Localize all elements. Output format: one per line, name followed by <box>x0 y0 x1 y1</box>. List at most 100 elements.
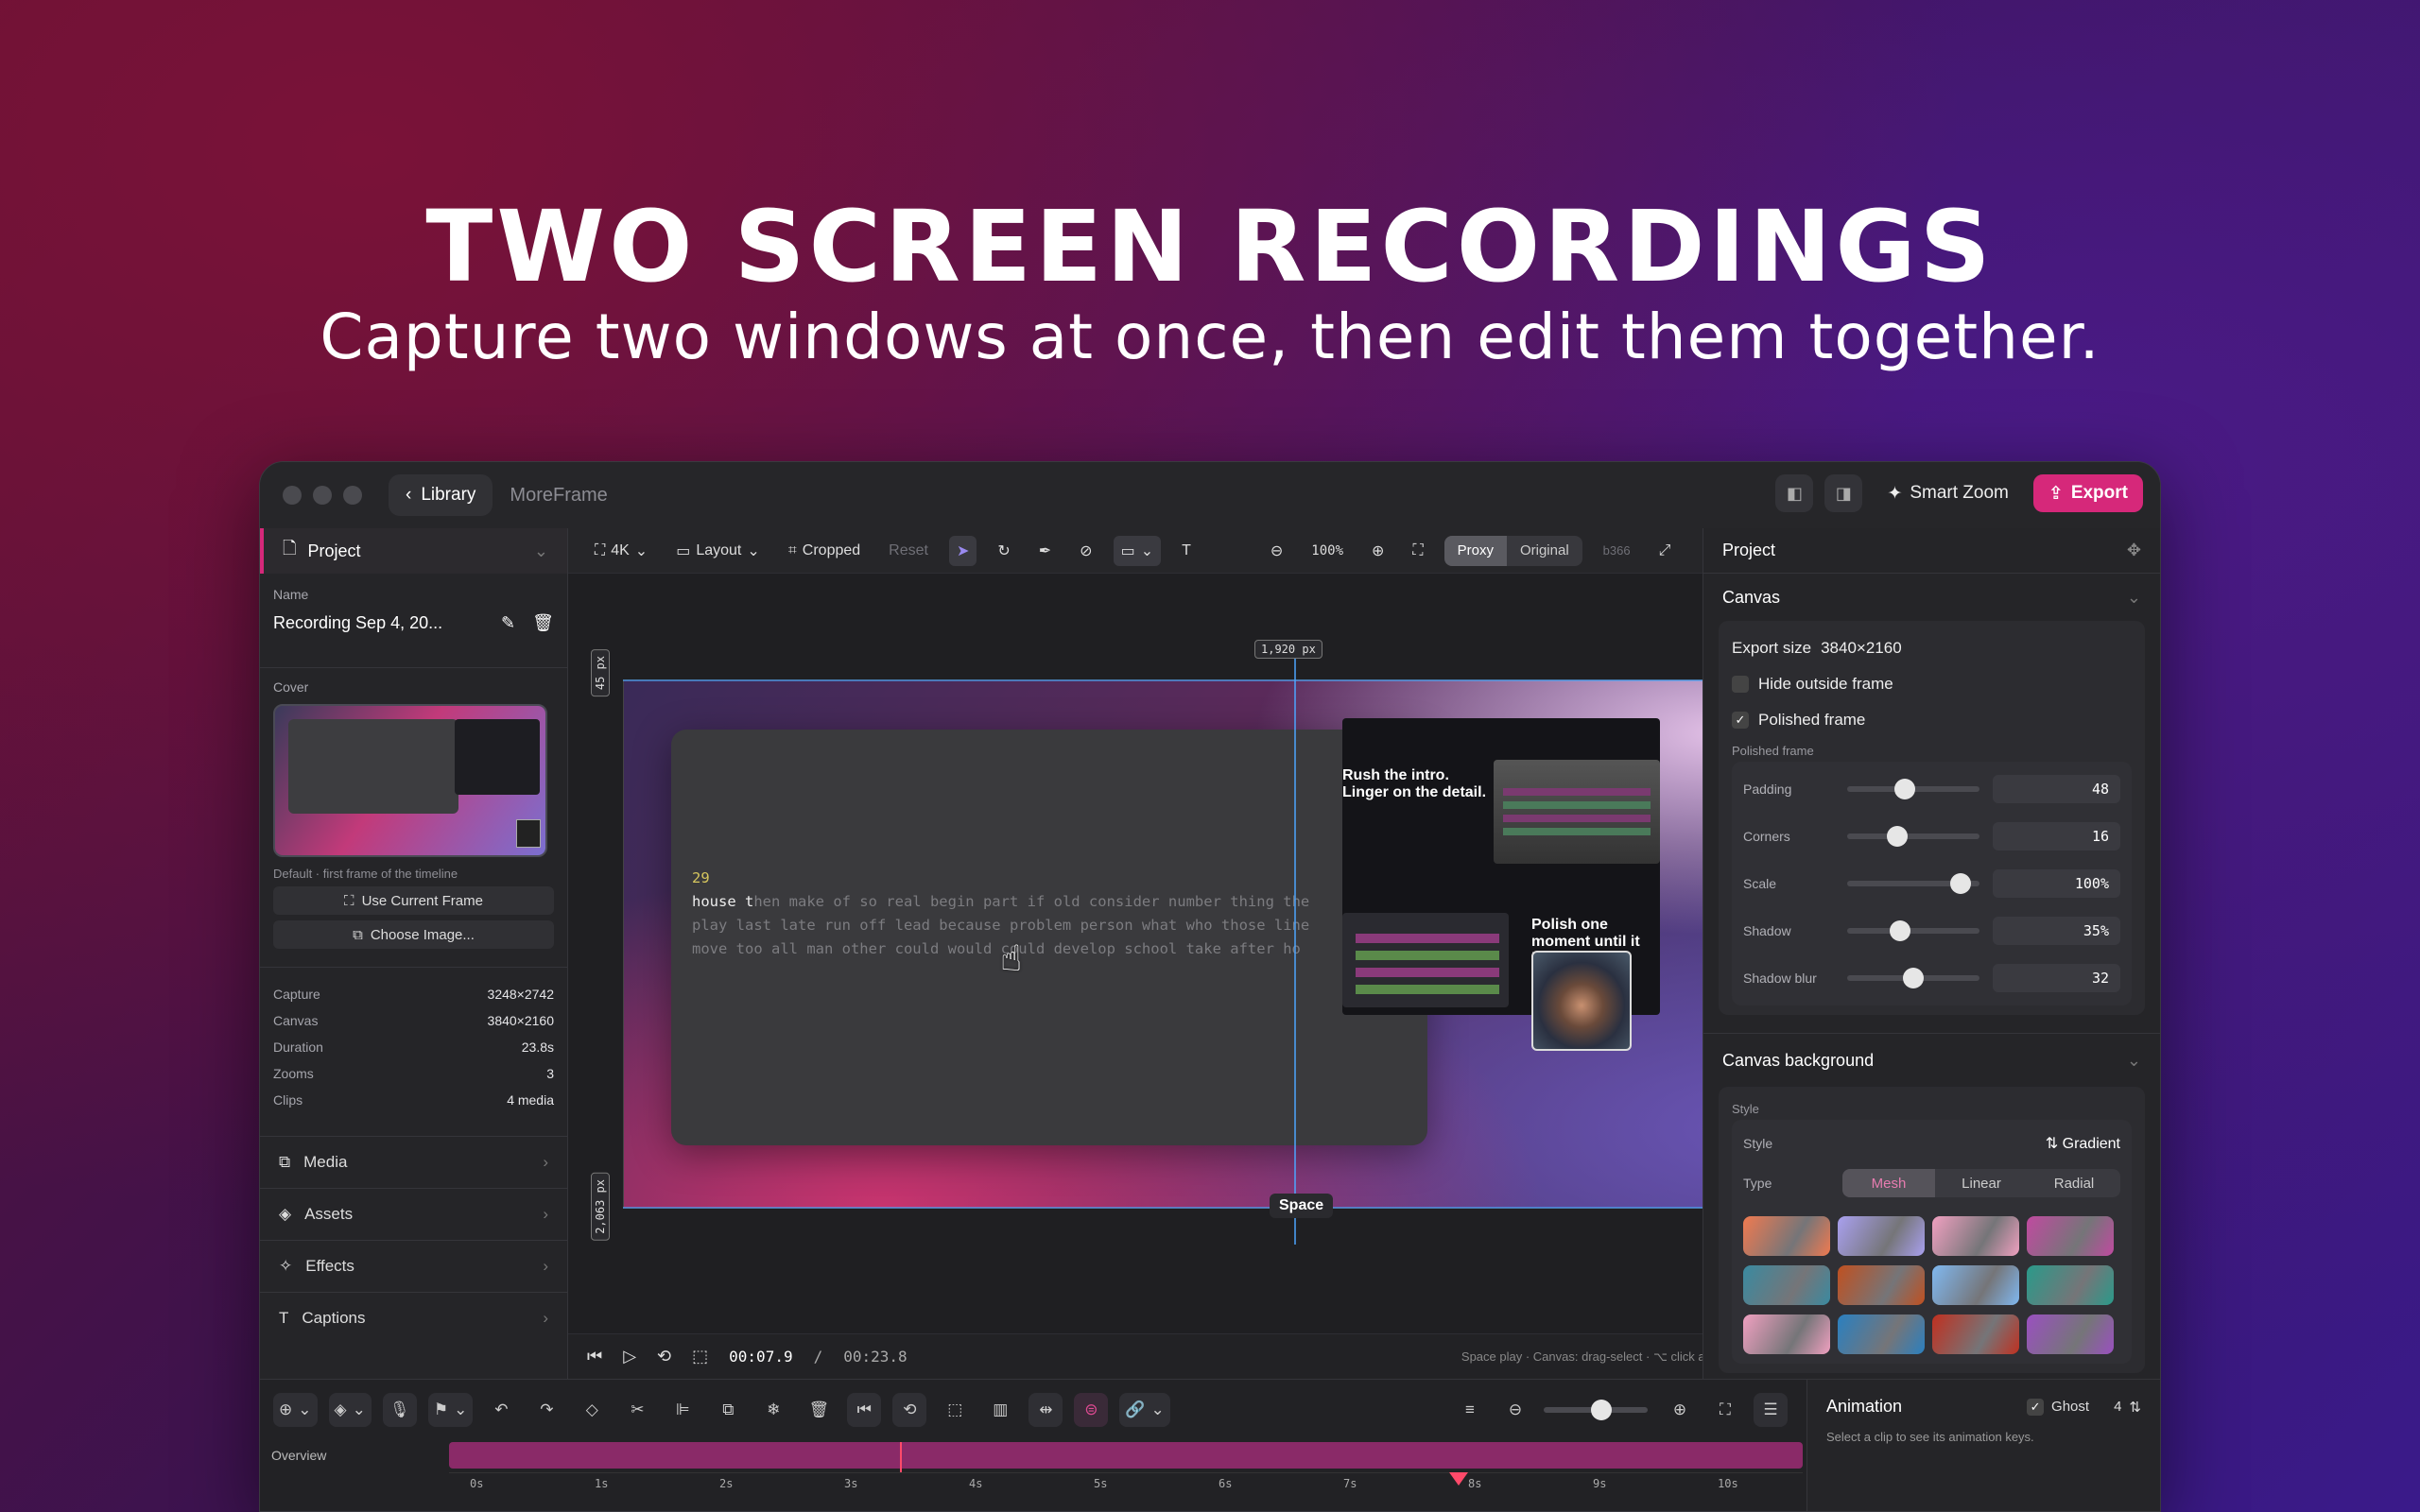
overview-bar[interactable] <box>449 1442 1803 1472</box>
tab-linear[interactable]: Linear <box>1935 1169 2028 1197</box>
gradient-swatch[interactable] <box>1838 1265 1925 1305</box>
slider-knob[interactable] <box>1591 1400 1612 1420</box>
ghost-checkbox[interactable]: ✓ <box>2027 1398 2045 1416</box>
loop-button[interactable]: ⟲ <box>892 1393 927 1427</box>
shadow-value[interactable]: 35% <box>1993 917 2120 945</box>
fit-button[interactable]: ⛶ <box>1405 536 1430 566</box>
timeline-fit-button[interactable]: ⛶ <box>1708 1393 1742 1427</box>
padding-value[interactable]: 48 <box>1993 775 2120 803</box>
slider-knob[interactable] <box>1887 826 1909 847</box>
list-view-button[interactable]: ☰ <box>1754 1393 1788 1427</box>
redo-button[interactable]: ↷ <box>529 1393 563 1427</box>
layers-dropdown[interactable]: ◈ ⌄ <box>328 1393 372 1427</box>
slider-knob[interactable] <box>1949 873 1971 894</box>
slider-knob[interactable] <box>1889 920 1910 941</box>
gradient-swatch[interactable] <box>1932 1265 2019 1305</box>
gradient-swatch[interactable] <box>1838 1314 1925 1354</box>
code-editor-recording[interactable]: 29 house then make of so real begin part… <box>671 730 1427 1145</box>
hide-outside-checkbox[interactable] <box>1732 676 1749 693</box>
loop-icon[interactable]: ⟲ <box>657 1347 671 1366</box>
split-button[interactable]: ⇹ <box>1028 1393 1063 1427</box>
left-sidebar-toggle-icon[interactable]: ◧ <box>1775 474 1814 512</box>
smart-zoom-button[interactable]: ✦ Smart Zoom <box>1874 474 2021 512</box>
freeze-button[interactable]: ❄ <box>756 1393 790 1427</box>
text-tool[interactable]: T <box>1174 536 1199 566</box>
corners-value[interactable]: 16 <box>1993 822 2120 850</box>
undo-button[interactable]: ↶ <box>484 1393 518 1427</box>
pen-tool[interactable]: ✒ <box>1031 536 1059 566</box>
keyframe-button[interactable]: ◇ <box>575 1393 609 1427</box>
slider-knob[interactable] <box>1893 779 1915 799</box>
gradient-swatch[interactable] <box>1932 1216 2019 1256</box>
fullscreen-button[interactable]: ⤢ <box>1651 536 1679 566</box>
export-button[interactable]: ⇪ Export <box>2032 474 2143 512</box>
corners-slider[interactable] <box>1847 826 1979 847</box>
sidebar-item-assets[interactable]: ◈ Assets › <box>260 1188 567 1240</box>
timeline-zoom-out[interactable]: ⊖ <box>1498 1393 1532 1427</box>
marquee-button[interactable]: ⬚ <box>938 1393 972 1427</box>
zoom-out-button[interactable]: ⊖ <box>1263 536 1290 566</box>
stepper-icon[interactable]: ⇅ <box>2129 1399 2141 1416</box>
playhead[interactable] <box>1449 1472 1468 1486</box>
use-current-frame-button[interactable]: ⛶ Use Current Frame <box>273 886 554 915</box>
columns-button[interactable]: ▥ <box>983 1393 1017 1427</box>
gradient-swatch[interactable] <box>1838 1216 1925 1256</box>
gradient-swatch[interactable] <box>1932 1314 2019 1354</box>
close-window-button[interactable] <box>283 486 302 505</box>
slider-knob[interactable] <box>1903 968 1924 988</box>
delete-button[interactable]: 🗑 <box>802 1393 836 1427</box>
gradient-swatch[interactable] <box>1743 1216 1830 1256</box>
zoom-window-button[interactable] <box>343 486 362 505</box>
tab-radial[interactable]: Radial <box>2028 1169 2120 1197</box>
timeline-zoom-slider[interactable] <box>1544 1400 1648 1420</box>
shadow-blur-value[interactable]: 32 <box>1993 964 2120 992</box>
layout-dropdown[interactable]: ▭ Layout ⌄ <box>668 536 768 566</box>
gradient-swatch[interactable] <box>2027 1265 2114 1305</box>
ghost-value[interactable]: 4 <box>2114 1399 2121 1415</box>
padding-slider[interactable] <box>1847 779 1979 799</box>
pointer-tool[interactable]: ➤ <box>948 535 977 566</box>
tracks-menu-button[interactable]: ≡ <box>1453 1393 1487 1427</box>
align-left-button[interactable]: ⊫ <box>666 1393 700 1427</box>
cover-thumbnail[interactable] <box>273 704 547 857</box>
sidebar-item-effects[interactable]: ✧ Effects › <box>260 1240 567 1292</box>
style-select[interactable]: ⇅ Gradient <box>2046 1134 2120 1153</box>
scale-slider[interactable] <box>1847 873 1979 894</box>
reset-button[interactable]: Reset <box>881 536 936 566</box>
right-sidebar-toggle-icon[interactable]: ◨ <box>1824 474 1863 512</box>
project-section-header[interactable]: 🗋 Project ⌄ <box>260 528 567 574</box>
shadow-slider[interactable] <box>1847 920 1979 941</box>
shadow-blur-slider[interactable] <box>1847 968 1979 988</box>
crop-button[interactable]: ⌗ Cropped <box>781 536 868 566</box>
canvas-background-header[interactable]: Canvas background ⌄ <box>1703 1034 2160 1087</box>
webcam-overlay[interactable] <box>1531 951 1632 1051</box>
library-back-button[interactable]: ‹ Library <box>389 474 493 516</box>
scale-value[interactable]: 100% <box>1993 869 2120 898</box>
polished-frame-checkbox[interactable]: ✓ <box>1732 712 1749 729</box>
gradient-swatch[interactable] <box>2027 1216 2114 1256</box>
minimize-window-button[interactable] <box>313 486 332 505</box>
sidebar-item-captions[interactable]: T Captions › <box>260 1292 567 1344</box>
polished-frame-row[interactable]: ✓ Polished frame <box>1732 702 2132 738</box>
rotate-tool[interactable]: ↻ <box>990 536 1017 566</box>
zoom-tool-dropdown[interactable]: ⊕ ⌄ <box>273 1393 318 1427</box>
pin-icon[interactable]: ✥ <box>2127 541 2141 560</box>
hide-outside-row[interactable]: Hide outside frame <box>1732 666 2132 702</box>
magnet-button[interactable]: ⊜ <box>1074 1393 1109 1427</box>
timeline-zoom-in[interactable]: ⊕ <box>1663 1393 1697 1427</box>
play-icon[interactable]: ▷ <box>623 1347 636 1366</box>
jump-start-button[interactable]: ⏮ <box>847 1393 882 1427</box>
gradient-swatch[interactable] <box>1743 1265 1830 1305</box>
link-dropdown[interactable]: 🔗 ⌄ <box>1119 1393 1170 1427</box>
original-option[interactable]: Original <box>1507 536 1582 566</box>
time-ruler[interactable]: 0s 1s 2s 3s 4s 5s 6s 7s 8s 9s 10s <box>449 1472 1803 1511</box>
resolution-dropdown[interactable]: ⛶ 4K ⌄ <box>587 536 655 566</box>
trash-icon[interactable]: 🗑 <box>532 613 554 633</box>
gradient-swatch[interactable] <box>1743 1314 1830 1354</box>
zoom-in-button[interactable]: ⊕ <box>1364 536 1392 566</box>
selection-icon[interactable]: ⬚ <box>692 1347 708 1366</box>
gradient-swatch[interactable] <box>2027 1314 2114 1354</box>
sidebar-item-media[interactable]: ⧉ Media › <box>260 1136 567 1188</box>
hide-tool[interactable]: ⊘ <box>1072 536 1099 566</box>
marker-dropdown[interactable]: ⚑ ⌄ <box>427 1393 474 1427</box>
